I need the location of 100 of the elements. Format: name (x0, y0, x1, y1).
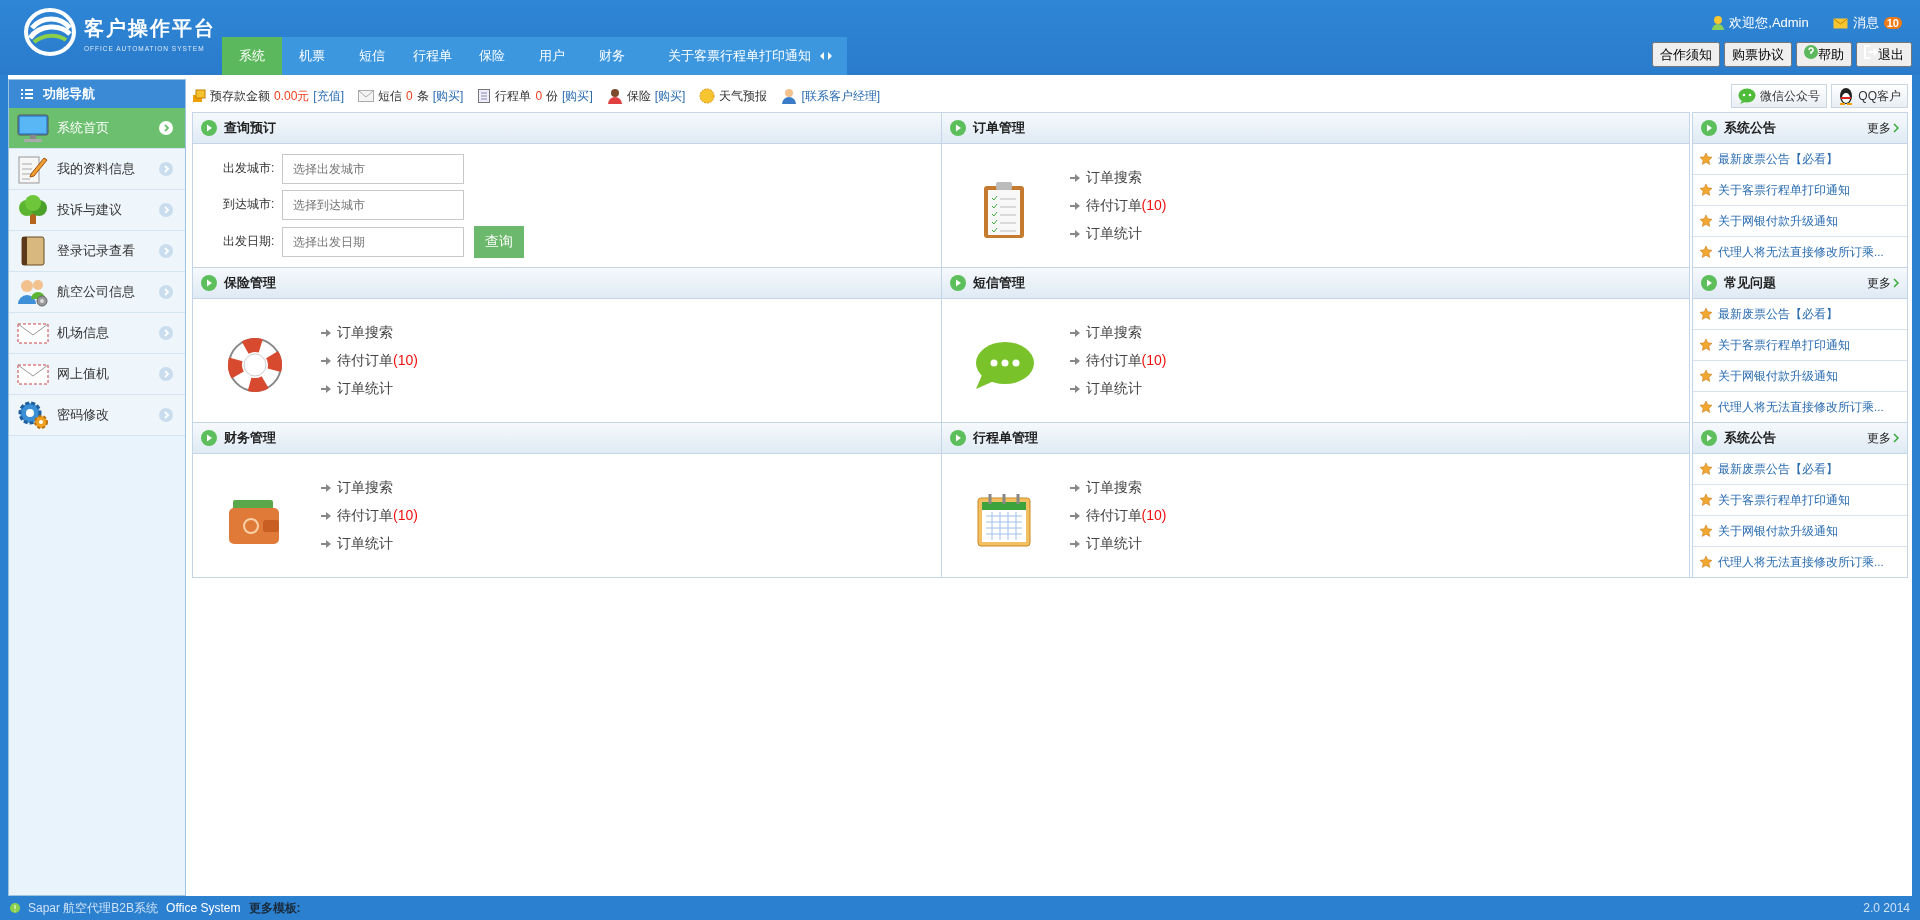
notice-link[interactable]: 关于网银付款升级通知 (1718, 368, 1838, 384)
header-button[interactable]: 购票协议 (1724, 42, 1792, 67)
panel-link[interactable]: 待付订单(10) (1085, 196, 1167, 215)
info-link[interactable]: [联系客户经理] (801, 87, 881, 105)
info-link[interactable]: [充值] (313, 87, 345, 105)
sidebar-header: 功能导航 (9, 80, 185, 108)
chevron-circle-icon (159, 121, 173, 135)
more-link[interactable]: 更多 (1867, 119, 1899, 137)
monitor-icon (17, 113, 49, 143)
star-icon (1700, 153, 1712, 165)
chevron-icon (1893, 433, 1899, 443)
notice-link[interactable]: 关于客票行程单打印通知 (1718, 337, 1850, 353)
chevron-circle-icon (159, 367, 173, 381)
header-button[interactable]: 合作须知 (1652, 42, 1720, 67)
input-field[interactable]: 选择出发日期 (282, 226, 465, 257)
header-button[interactable]: 退出 (1856, 42, 1912, 67)
arrow-icon (321, 328, 331, 337)
play-circle-icon (949, 430, 966, 446)
panel-link[interactable]: 待付订单(10) (337, 506, 418, 525)
notice-link[interactable]: 代理人将无法直接修改所订乘... (1718, 399, 1884, 415)
panel-link[interactable]: 待付订单(10) (1085, 351, 1167, 370)
info-link[interactable]: [购买] (432, 87, 464, 105)
panel-link[interactable]: 订单搜索 (337, 478, 393, 497)
info-label: 短信 (378, 87, 403, 105)
notice-link[interactable]: 最新废票公告【必看】 (1718, 306, 1838, 322)
notice-link[interactable]: 关于客票行程单打印通知 (1718, 182, 1850, 198)
person-icon (606, 88, 623, 104)
messages-link[interactable]: 消息 (1852, 14, 1879, 32)
chevron-circle-icon (159, 408, 173, 422)
footer-text: Sapar 航空代理B2B系统 (28, 899, 159, 917)
people-icon (17, 277, 49, 307)
more-link[interactable]: 更多 (1867, 274, 1899, 292)
panel-link[interactable]: 待付订单(10) (337, 351, 418, 370)
panel-link[interactable]: 订单统计 (1085, 379, 1142, 398)
panel-header: 查询预订 (193, 112, 941, 144)
chevron-circle-icon (159, 203, 173, 217)
panel-link[interactable]: 订单统计 (1085, 224, 1142, 243)
input-field[interactable]: 选择出发城市 (282, 153, 465, 184)
social-button[interactable]: QQ客户 (1831, 84, 1908, 108)
arrow-icon (321, 384, 331, 393)
info-link[interactable]: [购买] (562, 87, 593, 105)
notice-link[interactable]: 代理人将无法直接修改所订乘... (1718, 244, 1884, 260)
panel-header: 财务管理 (193, 422, 941, 454)
star-icon (1700, 401, 1712, 413)
envelope-icon (1832, 17, 1848, 29)
play-circle-icon (949, 275, 966, 291)
social-button[interactable]: 微信公众号 (1731, 84, 1828, 108)
list-icon (21, 89, 33, 99)
sidebar-item[interactable]: 机场信息 (9, 313, 185, 354)
panel-link[interactable]: 待付订单(10) (1085, 506, 1167, 525)
footer-link[interactable]: 更多模板: (248, 899, 301, 917)
panel-link[interactable]: 订单统计 (337, 379, 393, 398)
panel-header: 订单管理 (941, 112, 1689, 144)
panel-link[interactable]: 订单统计 (1085, 534, 1142, 553)
chevron-icon (1893, 123, 1899, 133)
panel-link[interactable]: 订单统计 (337, 534, 393, 553)
sidebar-item[interactable]: 航空公司信息 (9, 272, 185, 313)
sidebar-item[interactable]: 网上值机 (9, 354, 185, 395)
notice-link[interactable]: 关于客票行程单打印通知 (1718, 492, 1850, 508)
info-link[interactable]: [购买] (654, 87, 686, 105)
star-icon (1700, 308, 1712, 320)
field-label: 出发城市: (223, 160, 275, 177)
panel-link[interactable]: 订单搜索 (1085, 168, 1142, 187)
panel-link[interactable]: 订单搜索 (1085, 478, 1142, 497)
panel-header: 常见问题 更多 (1693, 267, 1907, 299)
notice-link[interactable]: 最新废票公告【必看】 (1718, 461, 1838, 477)
chat-icon (1738, 88, 1757, 104)
panel-link[interactable]: 订单搜索 (337, 323, 393, 342)
sidebar-item[interactable]: 我的资料信息 (9, 149, 185, 190)
logo-icon (24, 8, 76, 56)
sidebar-item[interactable]: 投诉与建议 (9, 190, 185, 231)
input-field[interactable]: 选择到达城市 (282, 189, 465, 220)
arrow-icon (1069, 173, 1080, 182)
notice-link[interactable]: 最新废票公告【必看】 (1718, 151, 1838, 167)
version-text: 2.0 2014 (1863, 901, 1910, 915)
notice-link[interactable]: 关于网银付款升级通知 (1718, 213, 1838, 229)
sidebar-item[interactable]: 密码修改 (9, 395, 185, 436)
help-icon (1804, 45, 1818, 59)
more-link[interactable]: 更多 (1867, 429, 1899, 447)
header-button[interactable]: 帮助 (1796, 42, 1852, 67)
panel-link[interactable]: 订单搜索 (1085, 323, 1142, 342)
info-count: 0.00元 (274, 87, 310, 105)
star-icon (1700, 215, 1712, 227)
document-icon (477, 89, 492, 103)
chevron-icon (1893, 278, 1899, 288)
arrow-icon (1069, 384, 1080, 393)
star-icon (1700, 246, 1712, 258)
notice-link[interactable]: 关于网银付款升级通知 (1718, 523, 1838, 539)
tree-icon (17, 195, 49, 225)
info-label: 行程单 (495, 87, 532, 105)
sidebar-item[interactable]: 登录记录查看 (9, 231, 185, 272)
info-label: 保险 (626, 87, 651, 105)
arrows-icon[interactable] (819, 51, 833, 61)
info-unit: 份 (546, 87, 559, 105)
notice-link[interactable]: 代理人将无法直接修改所订乘... (1718, 554, 1884, 570)
star-icon (1700, 370, 1712, 382)
arrow-icon (321, 511, 331, 520)
arrow-icon (1069, 511, 1080, 520)
star-icon (1700, 556, 1712, 568)
star-icon (1700, 184, 1712, 196)
